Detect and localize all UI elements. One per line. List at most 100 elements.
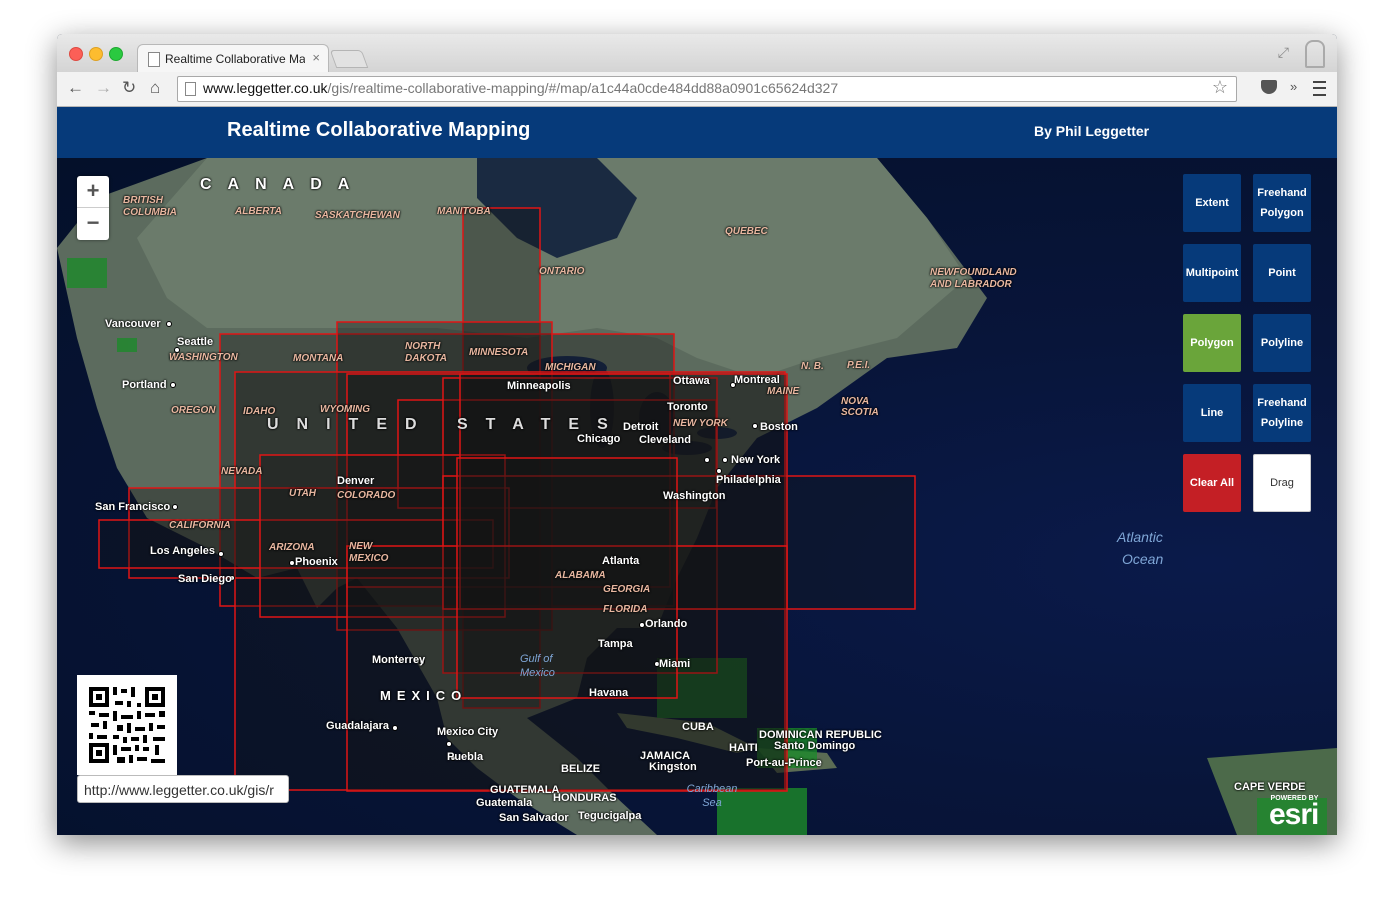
zoom-out-button[interactable]: −	[77, 208, 109, 239]
url-text[interactable]: www.leggetter.co.uk/gis/realtime-collabo…	[203, 80, 838, 96]
label-canada: CANADA	[200, 176, 366, 193]
label-montana: MONTANA	[293, 353, 344, 364]
multipoint-tool-button[interactable]: Multipoint	[1183, 244, 1241, 302]
label-saskatchewan: SASKATCHEWAN	[315, 210, 400, 221]
label-guatemala-country: GUATEMALA	[490, 784, 560, 796]
label-minnesota: MINNESOTA	[469, 347, 529, 358]
label-denver: Denver	[337, 475, 375, 487]
label-newfoundland: NEWFOUNDLAND AND LABRADOR	[930, 267, 1017, 290]
label-wyoming: WYOMING	[320, 404, 370, 415]
label-new-mexico: NEW MEXICO	[349, 541, 389, 564]
qr-url-field[interactable]: http://www.leggetter.co.uk/gis/r	[77, 775, 289, 803]
label-mexico: MEXICO	[380, 688, 468, 703]
extensions-overflow-button[interactable]: »	[1290, 79, 1297, 94]
label-honduras: HONDURAS	[553, 792, 617, 804]
browser-tab[interactable]: Realtime Collaborative Map ×	[137, 44, 329, 73]
label-mexico-city: Mexico City	[437, 726, 499, 738]
label-philadelphia: Philadelphia	[716, 474, 781, 486]
point-tool-button[interactable]: Point	[1253, 244, 1311, 302]
label-chicago: Chicago	[577, 433, 621, 445]
label-arizona: ARIZONA	[269, 542, 315, 553]
label-belize: BELIZE	[561, 763, 601, 775]
label-north-dakota: NORTH DAKOTA	[405, 341, 448, 364]
label-california: CALIFORNIA	[169, 520, 231, 531]
label-san-salvador: San Salvador	[499, 812, 569, 824]
qr-code-graphic	[89, 687, 165, 763]
label-quebec: QUEBEC	[725, 226, 768, 237]
profile-icon[interactable]	[1305, 40, 1325, 68]
url-host: www.leggetter.co.uk	[203, 80, 328, 96]
menu-icon[interactable]	[1313, 81, 1326, 96]
minimize-window-button[interactable]	[89, 47, 103, 61]
label-florida: FLORIDA	[603, 604, 648, 615]
freehand-polygon-tool-button[interactable]: Freehand Polygon	[1253, 174, 1311, 232]
back-button[interactable]: ←	[67, 78, 84, 98]
label-atlanta: Atlanta	[602, 555, 640, 567]
label-nevada: NEVADA	[221, 466, 263, 477]
close-window-button[interactable]	[69, 47, 83, 61]
home-button[interactable]: ⌂	[150, 78, 160, 98]
zoom-control: + −	[77, 176, 109, 240]
line-tool-button[interactable]: Line	[1183, 384, 1241, 442]
label-miami: Miami	[659, 658, 691, 670]
pocket-icon[interactable]	[1261, 80, 1277, 94]
fullscreen-icon[interactable]: ⤢	[1278, 44, 1289, 61]
label-idaho: IDAHO	[243, 406, 276, 417]
label-havana: Havana	[589, 687, 629, 699]
label-port-au-prince: Port-au-Prince	[746, 757, 822, 769]
drag-tool-button[interactable]: Drag	[1253, 454, 1311, 512]
extent-tool-button[interactable]: Extent	[1183, 174, 1241, 232]
page-icon	[148, 52, 160, 67]
label-ontario: ONTARIO	[539, 266, 585, 277]
polyline-tool-button[interactable]: Polyline	[1253, 314, 1311, 372]
tab-bar: Realtime Collaborative Map × ⤢	[57, 34, 1337, 73]
label-nova-scotia: NOVA SCOTIA	[841, 396, 879, 418]
new-tab-button[interactable]	[329, 50, 369, 68]
label-vancouver: Vancouver	[105, 318, 161, 330]
label-san-francisco: San Francisco	[95, 501, 171, 513]
label-guatemala: Guatemala	[476, 797, 533, 809]
reload-button[interactable]: ↻	[122, 78, 136, 98]
esri-logo[interactable]: POWERED BY esri	[1269, 795, 1319, 830]
address-bar[interactable]: www.leggetter.co.uk/gis/realtime-collabo…	[177, 76, 1237, 102]
label-alabama: ALABAMA	[555, 570, 606, 581]
tab-title: Realtime Collaborative Map	[165, 52, 305, 66]
label-cuba: CUBA	[682, 721, 714, 733]
label-boston: Boston	[760, 421, 798, 433]
label-phoenix: Phoenix	[295, 556, 338, 568]
label-colorado: COLORADO	[337, 490, 396, 501]
map-view[interactable]: CANADA UNITED STATES MEXICO BRITISH COLU…	[57, 158, 1337, 835]
label-pei: P.E.I.	[847, 360, 871, 371]
url-path: /gis/realtime-collaborative-mapping/#/ma…	[327, 80, 839, 96]
freehand-polyline-tool-button[interactable]: Freehand Polyline	[1253, 384, 1311, 442]
zoom-in-button[interactable]: +	[77, 176, 109, 208]
qr-code	[77, 675, 177, 775]
label-minneapolis: Minneapolis	[507, 380, 571, 392]
label-maine: MAINE	[767, 386, 800, 397]
maximize-window-button[interactable]	[109, 47, 123, 61]
label-guadalajara: Guadalajara	[326, 720, 389, 732]
label-michigan: MICHIGAN	[545, 362, 596, 373]
label-detroit: Detroit	[623, 421, 659, 433]
label-kingston: Kingston	[649, 761, 697, 773]
bookmark-star-icon[interactable]: ☆	[1212, 77, 1228, 98]
label-washington: WASHINGTON	[169, 352, 238, 363]
label-montreal: Montreal	[734, 374, 780, 386]
label-nb: N. B.	[801, 361, 824, 372]
label-ottawa: Ottawa	[673, 375, 710, 387]
label-cleveland: Cleveland	[639, 434, 691, 446]
label-atlantic: Atlantic	[1117, 529, 1163, 545]
app-header: Realtime Collaborative Mapping By Phil L…	[57, 107, 1337, 158]
label-orlando: Orlando	[645, 618, 688, 630]
polygon-tool-button[interactable]: Polygon	[1183, 314, 1241, 372]
label-los-angeles: Los Angeles	[150, 545, 215, 557]
tab-close-icon[interactable]: ×	[312, 50, 320, 65]
label-ocean: Ocean	[1122, 551, 1164, 567]
label-new-york: New York	[731, 454, 781, 466]
browser-toolbar: ← → ↻ ⌂ www.leggetter.co.uk/gis/realtime…	[57, 72, 1337, 107]
clear-all-button[interactable]: Clear All	[1183, 454, 1241, 512]
forward-button[interactable]: →	[95, 78, 112, 98]
label-haiti: HAITI	[729, 742, 758, 754]
label-oregon: OREGON	[171, 405, 216, 416]
label-santo-domingo: Santo Domingo	[774, 740, 856, 752]
